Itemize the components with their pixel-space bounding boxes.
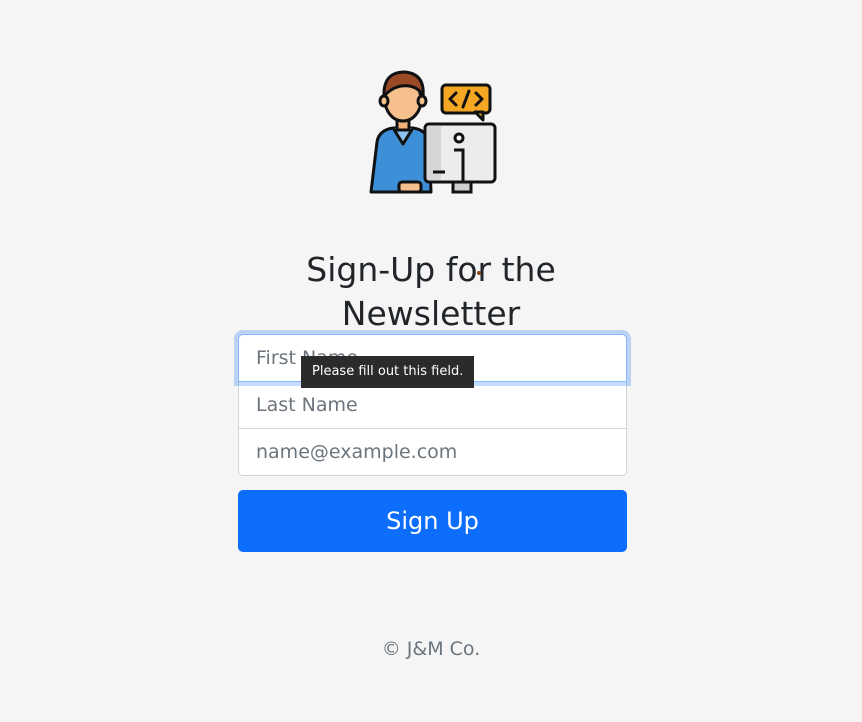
page: Sign-Up for the Newsletter Sign Up Pleas… xyxy=(0,0,862,722)
cursor-dot xyxy=(477,271,481,275)
footer-copyright: © J&M Co. xyxy=(381,638,481,660)
developer-at-computer-icon xyxy=(369,70,497,194)
last-name-input[interactable] xyxy=(238,381,627,429)
page-title: Sign-Up for the Newsletter xyxy=(0,248,862,336)
page-title-line-1: Sign-Up for the xyxy=(306,250,556,290)
page-title-line-2: Newsletter xyxy=(341,294,521,334)
email-input[interactable] xyxy=(238,428,627,476)
sign-up-button[interactable]: Sign Up xyxy=(238,490,627,552)
validation-tooltip: Please fill out this field. xyxy=(301,356,475,388)
